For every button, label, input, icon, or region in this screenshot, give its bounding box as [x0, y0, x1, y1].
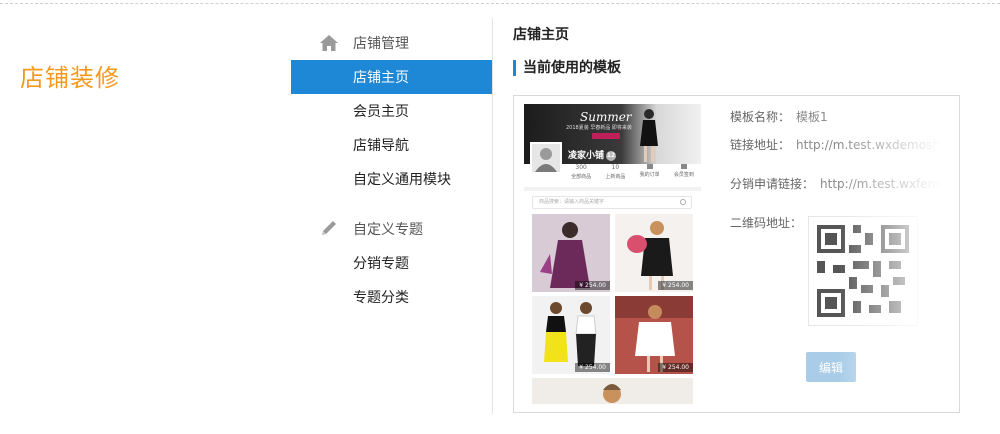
- sidebar-group-label: 店铺管理: [353, 36, 409, 52]
- stat-checkin: 会员签到: [667, 164, 701, 186]
- search-icon: [680, 199, 686, 205]
- stat-all-products: 300 全部商品: [571, 164, 592, 180]
- preview-search-box: 商品搜索：请输入商品关键字: [532, 196, 692, 209]
- qr-row: 二维码地址：: [730, 214, 802, 231]
- product-price: ¥ 254.00: [575, 281, 610, 290]
- sidebar-item-custom-module[interactable]: 自定义通用模块: [291, 162, 492, 196]
- pencil-icon: [319, 220, 339, 238]
- dist-link-value[interactable]: http://m.test.wxfenxiao: [820, 177, 959, 191]
- banner-tag: [592, 133, 620, 139]
- sidebar-group-store-management: 店铺管理: [291, 26, 492, 60]
- template-preview[interactable]: Summer 2018夏装 早春新品 即将来袭 凌家小铺 12 300 全部商品 1…: [524, 104, 701, 404]
- shop-level-badge: 12: [606, 150, 617, 161]
- stat-my-orders: 我的订单: [633, 164, 667, 186]
- sidebar-item-store-nav[interactable]: 店铺导航: [291, 128, 492, 162]
- checkin-icon: [680, 164, 687, 169]
- sidebar-group-custom-topic: 自定义专题: [291, 212, 492, 246]
- shop-stats: 300 全部商品 10 上新商品 我的订单 会员签到: [564, 164, 701, 186]
- stat-new-products: 10 上新商品: [605, 164, 626, 180]
- sidebar-group-label: 自定义专题: [353, 222, 423, 238]
- sidebar-item-member-home[interactable]: 会员主页: [291, 94, 492, 128]
- section-title: 当前使用的模板: [513, 60, 621, 76]
- qr-code: [808, 216, 918, 326]
- product-card: [532, 378, 693, 404]
- product-card: ¥ 254.00: [615, 214, 693, 292]
- shop-avatar: [530, 142, 562, 174]
- main-title: 店铺主页: [513, 27, 569, 43]
- product-price: ¥ 254.00: [658, 281, 693, 290]
- banner-subtitle: 2018夏装 早春新品 即将来袭: [566, 125, 632, 131]
- product-card: ¥ 254.00: [532, 214, 610, 292]
- dist-link-label: 分销申请链接：: [730, 177, 815, 191]
- qr-label: 二维码地址：: [730, 216, 803, 230]
- edit-button[interactable]: 编辑: [806, 352, 856, 382]
- template-panel: Summer 2018夏装 早春新品 即将来袭 凌家小铺 12 300 全部商品 1…: [513, 95, 960, 413]
- banner-model-image: [640, 109, 658, 162]
- top-dashed-divider: [0, 3, 1000, 4]
- dist-link-row: 分销申请链接： http://m.test.wxfenxiao: [730, 175, 959, 192]
- template-name-value: 模板1: [796, 110, 828, 124]
- sidebar-item-dist-topic[interactable]: 分销专题: [291, 246, 492, 280]
- page-title: 店铺装修: [20, 64, 120, 92]
- sidebar-item-topic-category[interactable]: 专题分类: [291, 280, 492, 314]
- banner-title: Summer: [580, 110, 632, 124]
- product-card: ¥ 254.00: [615, 296, 693, 374]
- shop-name: 凌家小铺 12: [568, 150, 617, 161]
- user-icon: [646, 164, 653, 169]
- vertical-divider: [492, 18, 493, 414]
- template-name-label: 模板名称：: [730, 110, 791, 124]
- sidebar-item-store-home[interactable]: 店铺主页: [291, 60, 492, 94]
- link-value[interactable]: http://m.test.wxdemoshop: [796, 138, 955, 152]
- sidebar: 店铺管理 店铺主页 会员主页 店铺导航 自定义通用模块 自定义专题 分销专题 专…: [291, 26, 492, 314]
- link-row: 链接地址： http://m.test.wxdemoshop: [730, 136, 955, 153]
- template-name-row: 模板名称： 模板1: [730, 108, 828, 125]
- product-price: ¥ 254.00: [575, 363, 610, 372]
- product-price: ¥ 254.00: [658, 363, 693, 372]
- product-card: ¥ 254.00: [532, 296, 610, 374]
- link-label: 链接地址：: [730, 138, 791, 152]
- home-icon: [319, 34, 339, 52]
